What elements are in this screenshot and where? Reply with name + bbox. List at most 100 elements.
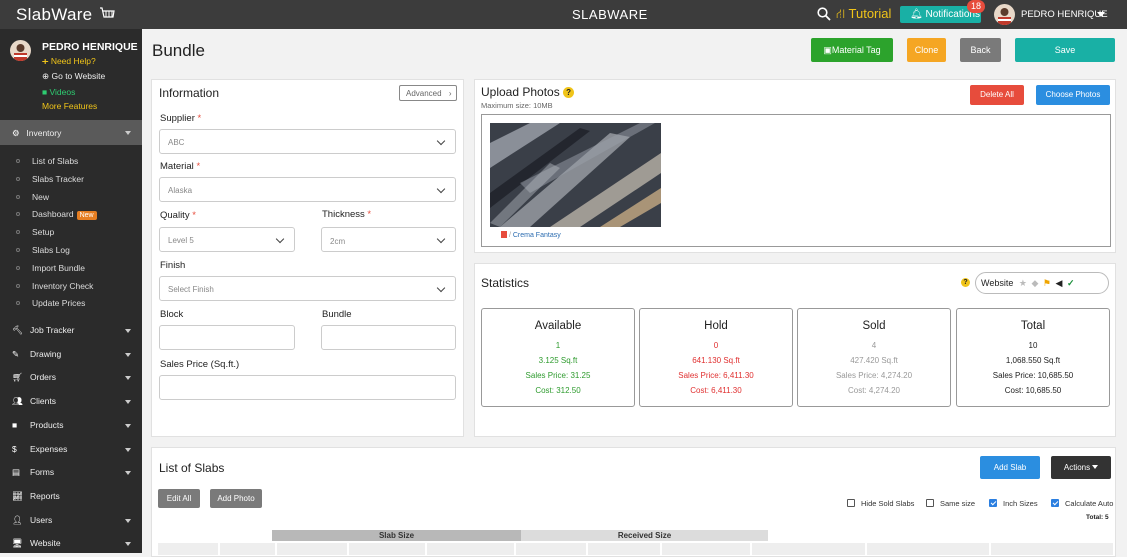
sidebar-subitem[interactable]: Import Bundle (32, 263, 85, 273)
sidebar-subitem[interactable]: Dashboard New (32, 209, 97, 221)
app-title: SLABWARE (572, 7, 648, 22)
delete-all-button[interactable]: Delete All (970, 85, 1024, 105)
advanced-button[interactable]: Advanced › (399, 85, 457, 101)
slab-photo[interactable] (490, 123, 661, 227)
need-help-link[interactable]: ➕︎ Need Help? (42, 56, 96, 67)
stat-title: Sold (862, 320, 886, 332)
tag-icon: ▣ (823, 45, 832, 55)
tutorial-link[interactable]: ⛙ Tutorial (836, 6, 891, 24)
sidebar-profile: PEDRO HENRIQUE ➕︎ Need Help? ⊕ Go to Web… (0, 29, 142, 120)
page-title: Bundle (152, 41, 205, 60)
sidebar-item[interactable]: 🛒︎ Orders (12, 372, 56, 383)
sidebar-subitem[interactable]: List of Slabs (32, 156, 78, 166)
finish-select[interactable]: Select Finish (159, 276, 456, 301)
sidebar-subitem[interactable]: Slabs Log (32, 245, 70, 255)
sidebar-item[interactable]: 📈︎ Reports (12, 491, 60, 502)
sidebar-item-inventory[interactable]: ⚙ Inventory (0, 120, 142, 145)
stat-title: Hold (704, 320, 728, 332)
add-photo-button[interactable]: Add Photo (210, 489, 262, 508)
same-size-checkbox[interactable]: Same size (926, 499, 975, 508)
website-status-pill[interactable]: Website ★ ◆ ⚑ ◀︎ ✓ (975, 272, 1109, 294)
sidebar-subitem[interactable]: Slabs Tracker (32, 174, 84, 184)
sidebar-item[interactable]: ■ Products (12, 420, 64, 430)
checkbox-icon (926, 499, 934, 507)
choose-photos-button[interactable]: Choose Photos (1036, 85, 1110, 105)
app-logo[interactable]: SlabWare (16, 5, 116, 25)
stat-sqft: 3.125 Sq.ft (538, 356, 578, 365)
user-avatar[interactable] (994, 4, 1015, 25)
slabs-heading: List of Slabs (159, 461, 225, 475)
photo-dropzone[interactable]: / Crema Fantasy (481, 114, 1111, 247)
sidebar-item[interactable]: 👥︎ Clients (12, 396, 56, 407)
chevron-down-icon (125, 400, 131, 405)
received-size-header: Received Size (521, 530, 768, 541)
search-icon[interactable] (817, 7, 831, 21)
stat-title: Available (534, 320, 582, 332)
sidebar-subitem[interactable]: New (32, 192, 49, 202)
sidebar-subitem[interactable]: Inventory Check (32, 281, 93, 291)
stat-count: 4 (871, 341, 877, 350)
logo-text-accent: Ware (51, 5, 93, 24)
sales-price-input[interactable] (159, 375, 456, 400)
chevron-down-icon (436, 136, 446, 146)
sidebar-subitem[interactable]: Setup (32, 227, 54, 237)
stat-count: 10 (1028, 341, 1038, 350)
stat-sales: Sales Price: 31.25 (525, 371, 591, 380)
hide-sold-checkbox[interactable]: Hide Sold Slabs (847, 499, 914, 508)
sidebar-item[interactable]: ✎ Drawing (12, 349, 61, 360)
chevron-down-icon (125, 542, 131, 547)
flag-icon[interactable]: ⚑ (1043, 278, 1051, 288)
sidebar-item[interactable]: ▤ Forms (12, 467, 54, 478)
add-slab-button[interactable]: Add Slab (980, 456, 1040, 479)
stat-card-available: Available 1 3.125 Sq.ft Sales Price: 31.25 C… (481, 308, 635, 407)
help-icon[interactable]: ? (563, 87, 575, 98)
tutorial-label: Tutorial (848, 6, 892, 21)
table-header-row (158, 543, 1113, 555)
user-menu-caret-icon[interactable] (1097, 12, 1105, 17)
new-badge: New (76, 211, 97, 221)
material-select[interactable]: Alaska (159, 177, 456, 202)
user-menu-name[interactable]: PEDRO HENRIQUE (1021, 9, 1108, 20)
block-input[interactable] (159, 325, 295, 350)
box-icon: ■ (12, 419, 18, 430)
back-button[interactable]: Back (960, 38, 1001, 62)
thickness-select[interactable]: 2cm (321, 227, 456, 252)
bundle-label: Bundle (322, 309, 352, 320)
checkbox-icon (1051, 499, 1059, 507)
sidebar-item[interactable]: 🖥︎ Website (12, 538, 61, 549)
block-label: Block (160, 309, 184, 320)
dollar-icon: $ (12, 443, 17, 454)
save-button[interactable]: Save (1015, 38, 1115, 62)
material-tag-button[interactable]: ▣Material Tag (811, 38, 893, 62)
sidebar-subitem[interactable]: Update Prices (32, 298, 85, 308)
caret-down-icon (1092, 465, 1099, 469)
sidebar-item[interactable]: $ Expenses (12, 444, 67, 454)
cubes-icon: ⚙ (12, 128, 20, 138)
megaphone-icon[interactable]: ◀︎ (1056, 278, 1063, 288)
bullet-icon (16, 283, 20, 288)
cart-icon: 🛒︎ (12, 372, 23, 383)
go-website-link[interactable]: ⊕ Go to Website (42, 71, 105, 82)
edit-all-button[interactable]: Edit All (158, 489, 200, 508)
quality-select[interactable]: Level 5 (159, 227, 295, 252)
sidebar: PEDRO HENRIQUE ➕︎ Need Help? ⊕ Go to Web… (0, 29, 142, 553)
chevron-right-icon: › (448, 89, 452, 98)
sidebar-item[interactable]: 🔨︎ Job Tracker (12, 325, 74, 336)
more-features-link[interactable]: More Features (42, 101, 97, 111)
bullet-icon (16, 176, 20, 181)
help-icon[interactable]: ? (961, 278, 970, 287)
information-card: Information Advanced › Supplier * ABC Ma… (151, 79, 464, 437)
check-icon[interactable]: ✓ (1067, 278, 1075, 288)
hammer-icon: 🔨︎ (12, 325, 23, 335)
star-icon[interactable]: ★ (1019, 278, 1027, 288)
calculate-auto-checkbox[interactable]: Calculate Auto (1051, 499, 1113, 508)
supplier-select[interactable]: ABC (159, 129, 456, 154)
bundle-input[interactable] (321, 325, 456, 350)
clone-button[interactable]: Clone (907, 38, 946, 62)
delete-photo-icon[interactable] (501, 231, 507, 238)
videos-link[interactable]: ■ Videos (42, 87, 75, 97)
sidebar-item[interactable]: 👤︎ Users (12, 515, 52, 526)
actions-button[interactable]: Actions (1051, 456, 1111, 479)
tags-icon[interactable]: ◆ (1031, 278, 1038, 288)
inch-sizes-checkbox[interactable]: Inch Sizes (989, 499, 1038, 508)
